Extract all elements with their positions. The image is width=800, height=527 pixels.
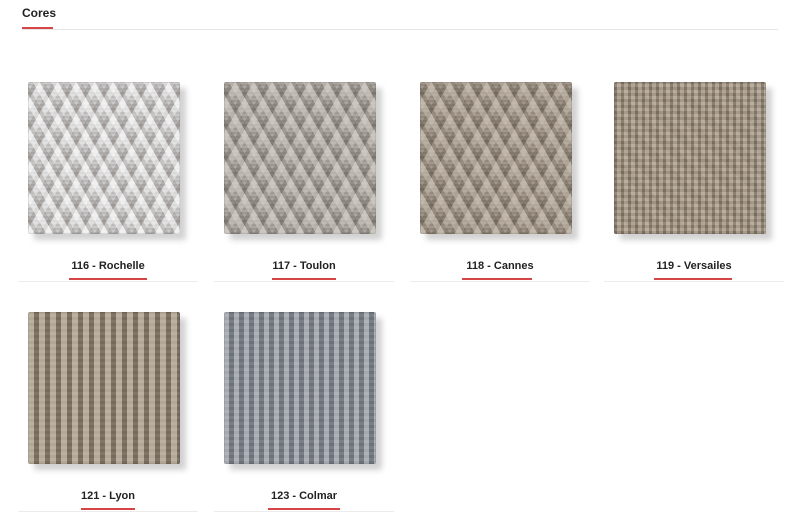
swatch-divider (214, 281, 394, 282)
swatch-divider (18, 511, 198, 512)
swatch-label-underline (272, 278, 336, 280)
swatch-image-wrap[interactable] (28, 82, 188, 242)
swatch-divider (18, 281, 198, 282)
swatch-image-wrap[interactable] (614, 82, 774, 242)
carpet-swatch-image[interactable] (224, 82, 376, 234)
swatch-label[interactable]: 121 - Lyon (18, 490, 198, 502)
swatch-label[interactable]: 119 - Versailes (604, 260, 784, 272)
section-title-underline (22, 27, 53, 29)
carpet-swatch-image[interactable] (224, 312, 376, 464)
swatch-card-rochelle[interactable]: 116 - Rochelle (18, 82, 198, 282)
carpet-swatch-image[interactable] (614, 82, 766, 234)
swatch-label[interactable]: 123 - Colmar (214, 490, 394, 502)
swatch-image-wrap[interactable] (224, 312, 384, 472)
swatch-label-underline (69, 278, 147, 280)
carpet-swatch-image[interactable] (28, 312, 180, 464)
swatch-image-wrap[interactable] (28, 312, 188, 472)
swatch-label-underline (654, 278, 732, 280)
swatch-label-underline (462, 278, 532, 280)
swatch-label[interactable]: 118 - Cannes (410, 260, 590, 272)
swatch-label-underline (81, 508, 135, 510)
swatch-card-versailes[interactable]: 119 - Versailes (604, 82, 784, 282)
swatch-divider (604, 281, 784, 282)
swatch-label-underline (268, 508, 340, 510)
colors-section-header: Cores (22, 0, 778, 30)
carpet-swatch-image[interactable] (28, 82, 180, 234)
swatch-divider (410, 281, 590, 282)
swatch-card-toulon[interactable]: 117 - Toulon (214, 82, 394, 282)
swatch-card-cannes[interactable]: 118 - Cannes (410, 82, 590, 282)
swatch-divider (214, 511, 394, 512)
swatch-image-wrap[interactable] (224, 82, 384, 242)
swatch-label[interactable]: 117 - Toulon (214, 260, 394, 272)
swatch-card-lyon[interactable]: 121 - Lyon (18, 312, 198, 512)
carpet-swatch-image[interactable] (420, 82, 572, 234)
section-title: Cores (22, 6, 57, 20)
swatch-label[interactable]: 116 - Rochelle (18, 260, 198, 272)
swatch-image-wrap[interactable] (420, 82, 580, 242)
swatch-card-colmar[interactable]: 123 - Colmar (214, 312, 394, 512)
